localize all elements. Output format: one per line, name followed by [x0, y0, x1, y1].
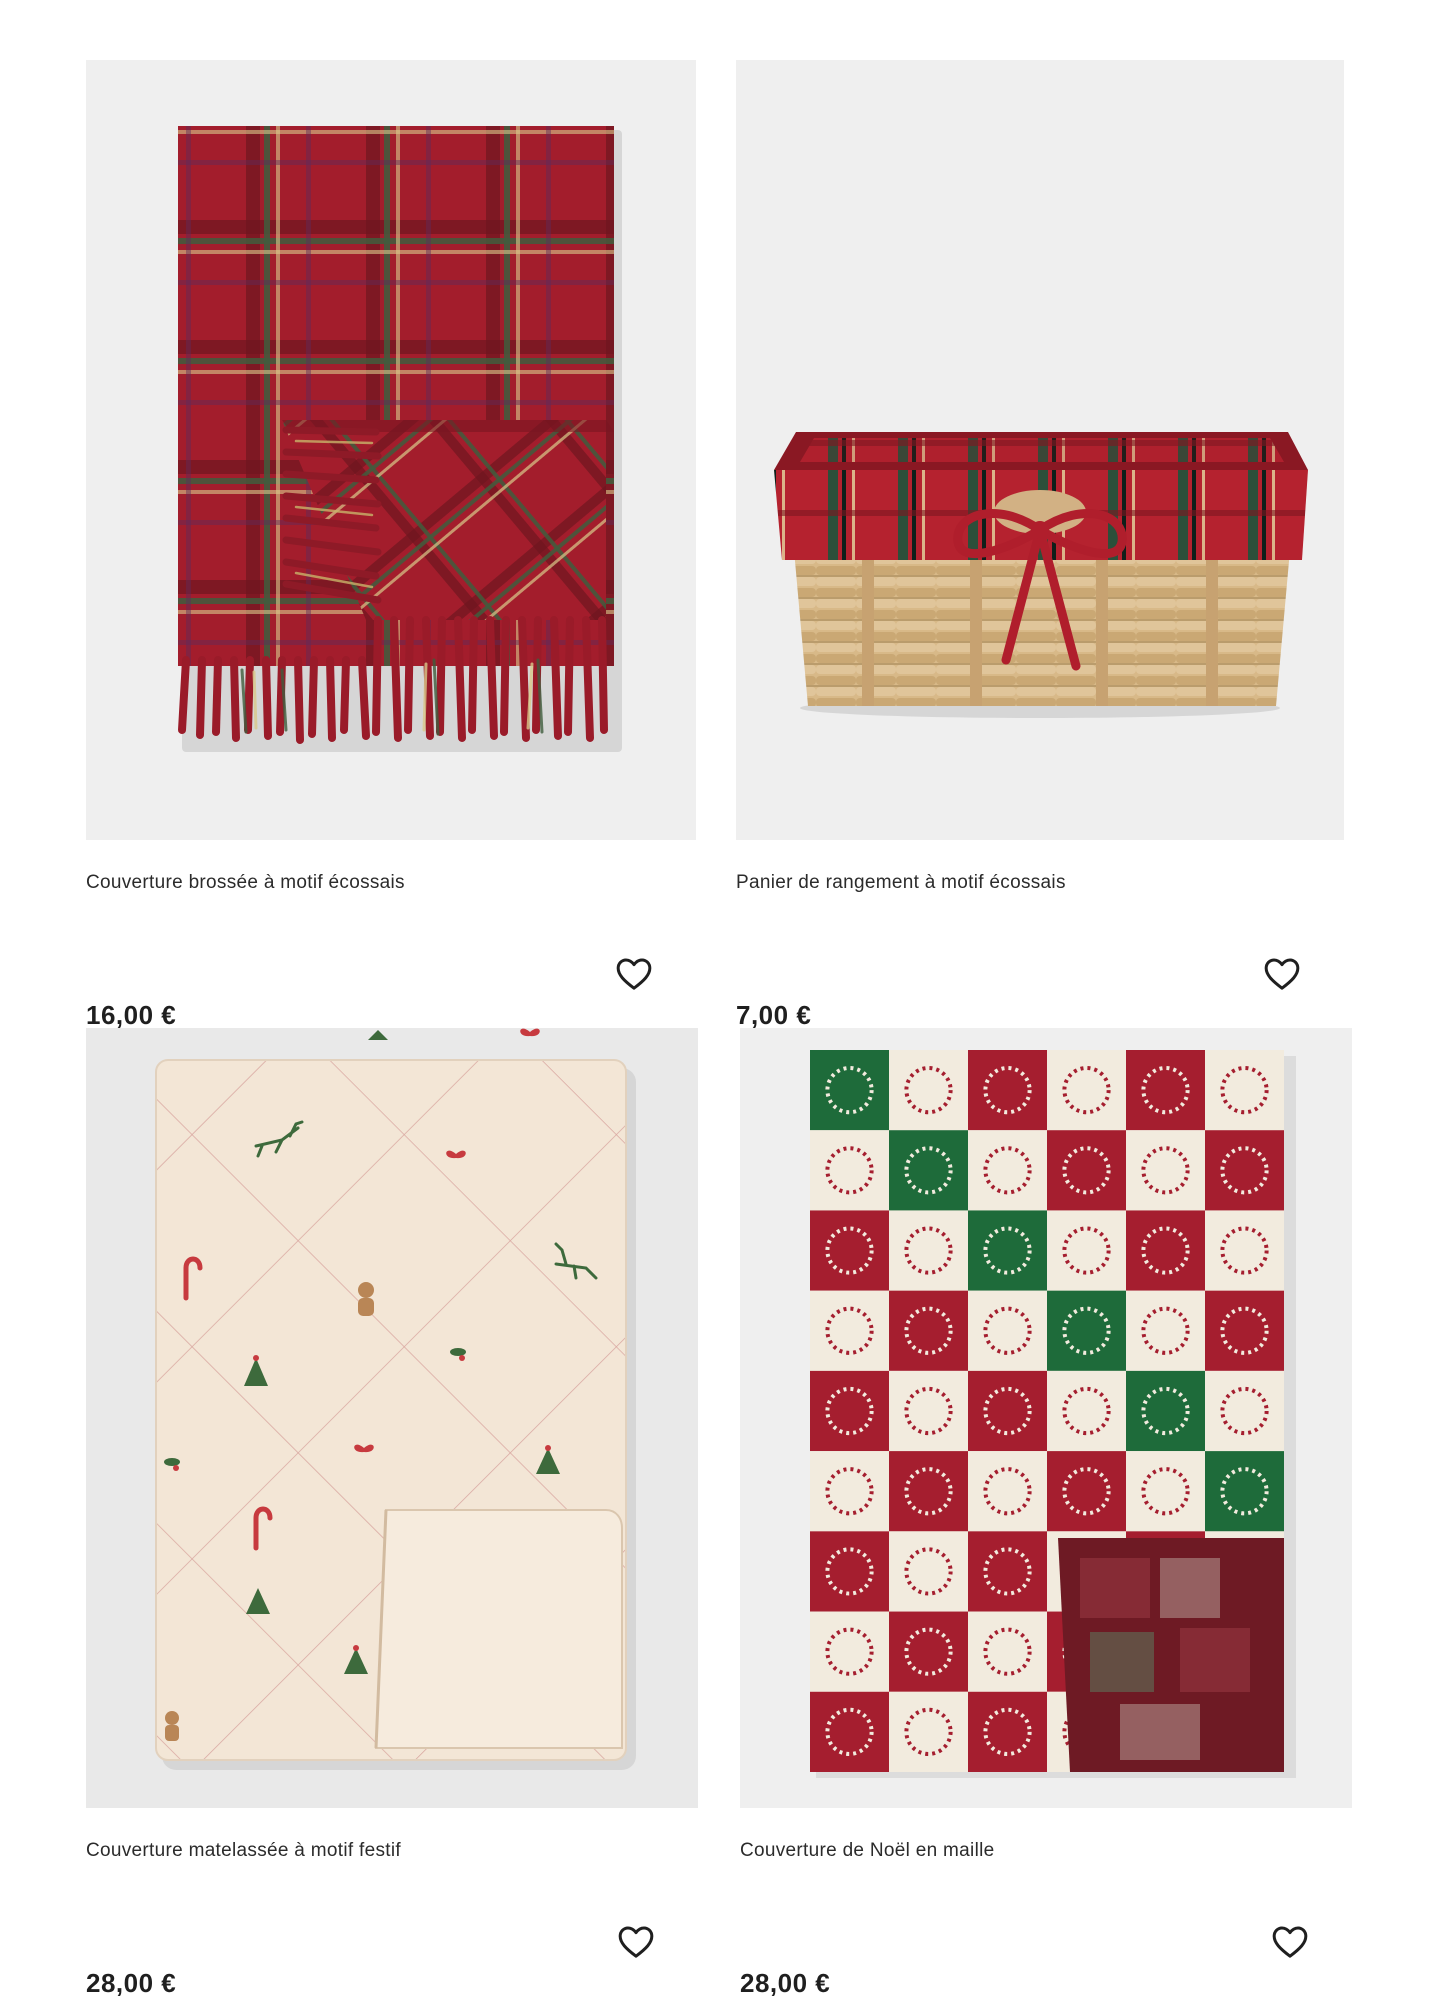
- product-image[interactable]: [86, 1028, 698, 1808]
- plaid-throw-blanket-image: [178, 126, 622, 752]
- wishlist-button[interactable]: [1260, 952, 1304, 996]
- product-image[interactable]: [740, 1028, 1352, 1808]
- product-title[interactable]: Couverture brossée à motif écossais: [86, 872, 405, 894]
- knitted-christmas-blanket-image: [740, 1028, 1352, 1808]
- heart-outline-icon: [616, 958, 652, 990]
- heart-outline-icon: [1264, 958, 1300, 990]
- wishlist-button[interactable]: [614, 1920, 658, 1964]
- wishlist-button[interactable]: [612, 952, 656, 996]
- heart-outline-icon: [1272, 1926, 1308, 1958]
- product-title[interactable]: Couverture de Noël en maille: [740, 1840, 994, 1862]
- product-price: 28,00 €: [86, 1968, 177, 1998]
- product-image[interactable]: [736, 60, 1344, 840]
- heart-outline-icon: [618, 1926, 654, 1958]
- quilted-festive-blanket-image: [86, 1028, 698, 1808]
- product-image[interactable]: [86, 60, 696, 840]
- product-price: 16,00 €: [86, 1000, 177, 1030]
- product-title[interactable]: Panier de rangement à motif écossais: [736, 872, 1066, 894]
- storage-basket-image: [774, 432, 1308, 718]
- product-price: 28,00 €: [740, 1968, 831, 1998]
- product-title[interactable]: Couverture matelassée à motif festif: [86, 1840, 401, 1862]
- product-price: 7,00 €: [736, 1000, 812, 1030]
- wishlist-button[interactable]: [1268, 1920, 1312, 1964]
